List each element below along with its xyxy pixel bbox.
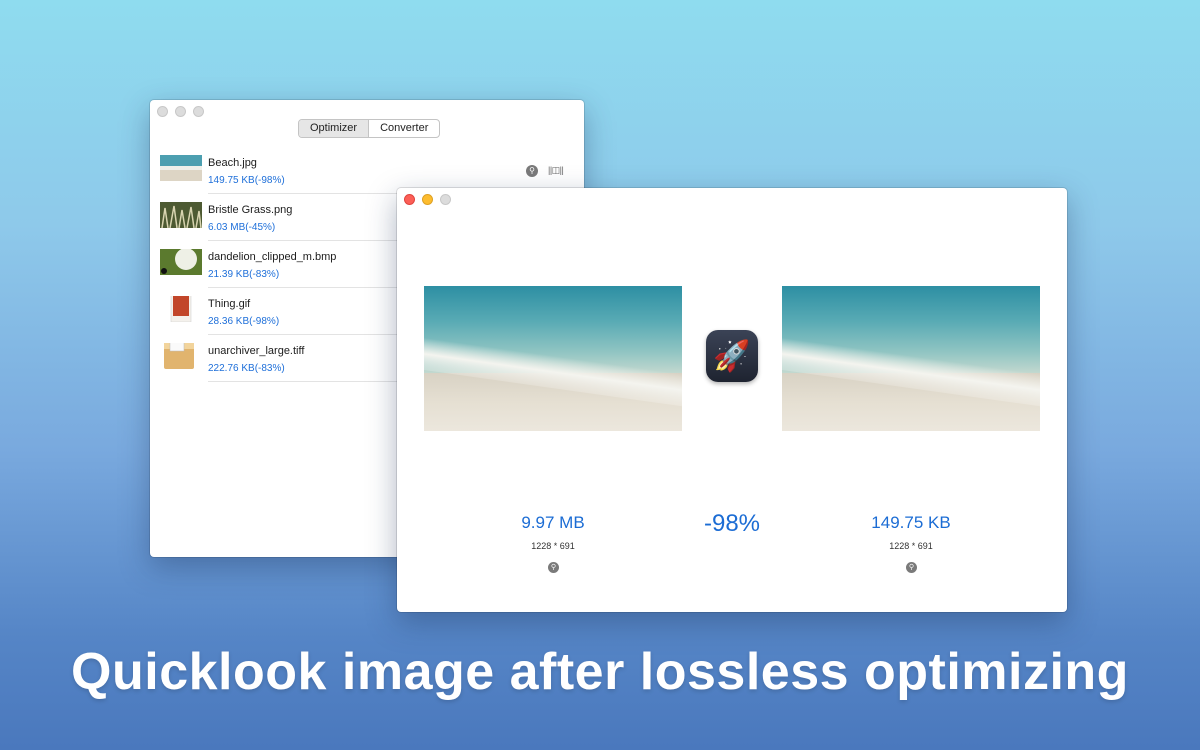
reduction-percent: -98% (703, 510, 761, 537)
zoom-button[interactable] (440, 194, 451, 205)
file-size: 21.39 KB(-83%) (208, 269, 280, 280)
file-name: unarchiver_large.tiff (208, 345, 305, 357)
file-size: 6.03 MB(-45%) (208, 222, 276, 233)
optimized-size: 149.75 KB (871, 513, 951, 532)
file-name: Thing.gif (208, 298, 251, 310)
compare-icon[interactable]: ||◫|| (548, 165, 564, 176)
window-controls (157, 106, 204, 117)
rocket-icon: 🚀 (706, 330, 758, 382)
tab-optimizer[interactable]: Optimizer (299, 120, 370, 137)
optimized-image-preview[interactable] (782, 286, 1040, 431)
magnifier-icon[interactable]: ⚲ (906, 562, 917, 573)
grass-thumbnail (160, 202, 202, 228)
optimized-dimensions: 1228 * 691 (889, 541, 933, 551)
original-size: 9.97 MB (521, 513, 585, 532)
file-name: Beach.jpg (208, 157, 257, 169)
window-controls (404, 194, 451, 205)
file-size: 149.75 KB(-98%) (208, 175, 285, 186)
promo-caption: Quicklook image after lossless optimizin… (71, 643, 1129, 701)
archive-box-thumbnail (164, 343, 194, 369)
thing-thumbnail (170, 296, 192, 322)
quicklook-window: 🚀 9.97 MB 1228 * 691 ⚲ -98% 149.75 KB 12… (397, 188, 1067, 612)
dandelion-thumbnail (160, 249, 202, 275)
file-name: Bristle Grass.png (208, 204, 293, 216)
beach-thumbnail (160, 155, 202, 181)
close-button[interactable] (157, 106, 168, 117)
close-button[interactable] (404, 194, 415, 205)
original-image-preview[interactable] (424, 286, 682, 431)
magnifier-icon[interactable]: ⚲ (526, 165, 538, 177)
minimize-button[interactable] (175, 106, 186, 117)
minimize-button[interactable] (422, 194, 433, 205)
list-item[interactable]: Beach.jpg 149.75 KB(-98%) ⚲ ||◫|| (150, 147, 584, 194)
magnifier-icon[interactable]: ⚲ (548, 562, 559, 573)
file-size: 28.36 KB(-98%) (208, 316, 280, 327)
zoom-button[interactable] (193, 106, 204, 117)
original-dimensions: 1228 * 691 (531, 541, 575, 551)
file-size: 222.76 KB(-83%) (208, 363, 285, 374)
file-name: dandelion_clipped_m.bmp (208, 251, 337, 263)
mode-segmented-control: Optimizer Converter (298, 119, 441, 138)
tab-converter[interactable]: Converter (369, 120, 439, 137)
